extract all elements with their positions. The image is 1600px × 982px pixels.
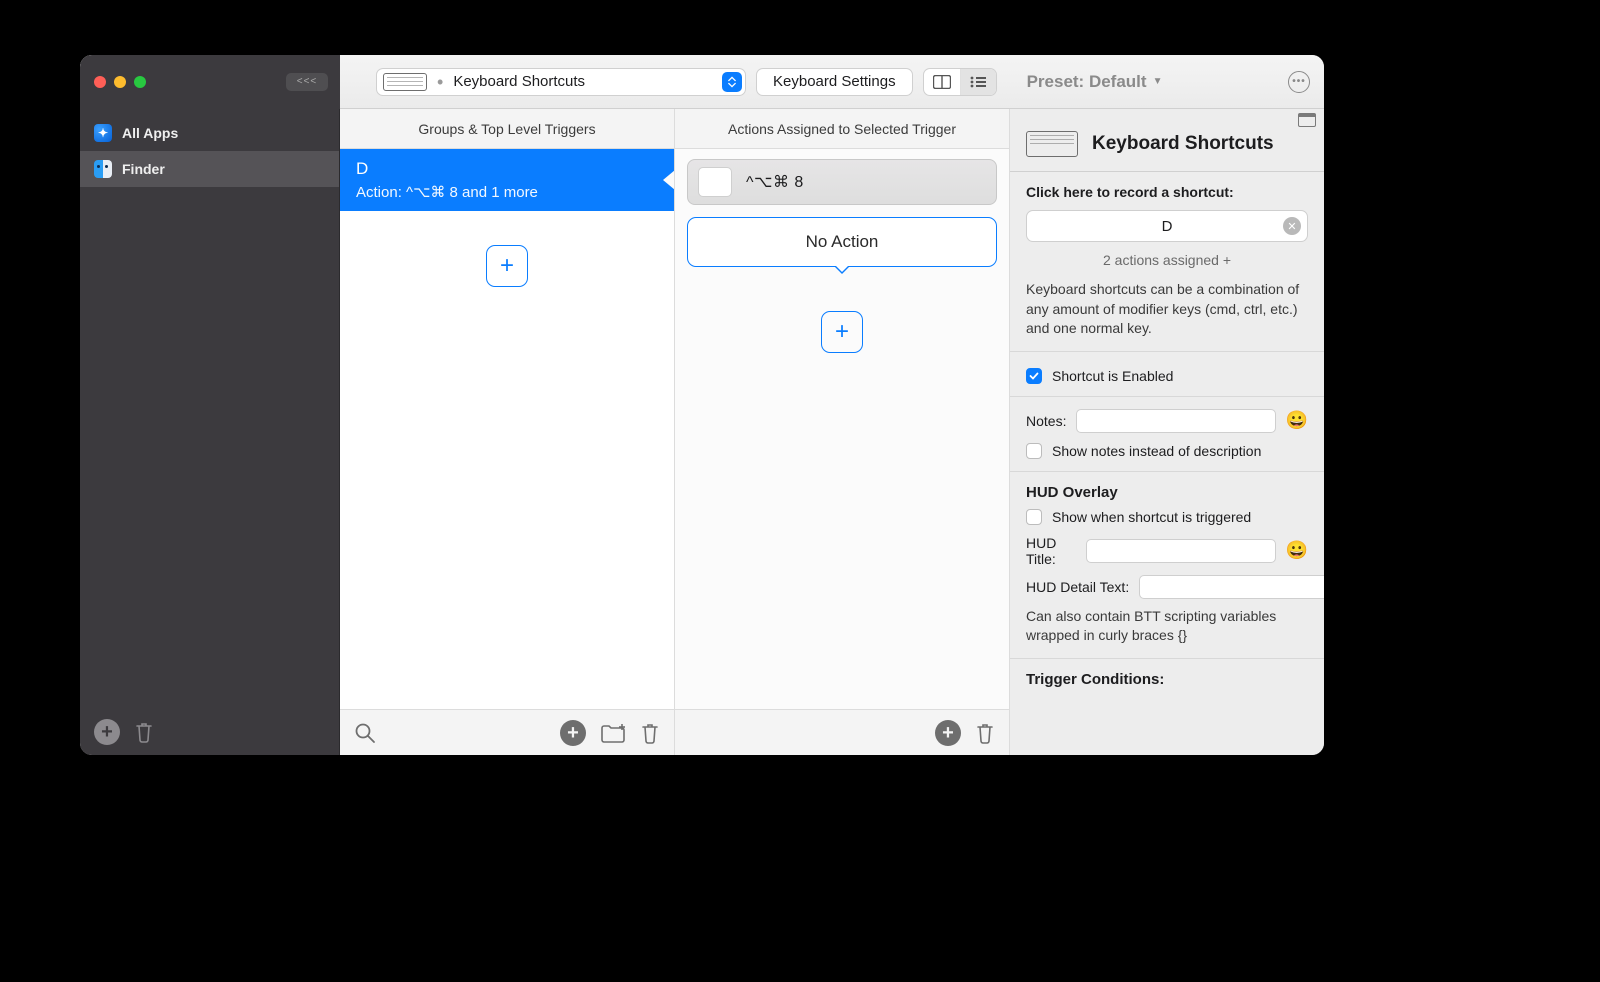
action-row-empty[interactable]: No Action (687, 217, 997, 267)
inspector-header: Keyboard Shortcuts (1010, 127, 1324, 172)
clear-shortcut-button[interactable]: ✕ (1283, 217, 1301, 235)
keyboard-icon (383, 73, 427, 91)
hud-hint: Can also contain BTT scripting variables… (1026, 607, 1308, 646)
shortcut-record-field[interactable]: D ✕ (1026, 210, 1308, 242)
sidebar-footer: + (80, 709, 339, 755)
sidebar: ✦ All Apps Finder + (80, 109, 340, 755)
inspector-panel: Keyboard Shortcuts Click here to record … (1010, 109, 1324, 755)
conditions-title: Trigger Conditions: (1026, 671, 1308, 688)
conditions-section: Trigger Conditions: (1010, 659, 1324, 700)
recorded-shortcut-value: D (1162, 218, 1173, 235)
detach-window-icon[interactable] (1298, 113, 1316, 127)
trigger-subtitle: Action: ^⌥⌘ 8 and 1 more (356, 183, 658, 201)
show-notes-checkbox[interactable] (1026, 443, 1042, 459)
actions-header: Actions Assigned to Selected Trigger (675, 109, 1009, 149)
sidebar-titlebar: <<< (80, 55, 340, 109)
trigger-title: D (356, 159, 658, 179)
keyboard-settings-label: Keyboard Settings (773, 73, 896, 90)
sidebar-item-label: Finder (122, 161, 165, 177)
actions-footer: + (675, 709, 1009, 755)
triggers-list: D Action: ^⌥⌘ 8 and 1 more + (340, 149, 674, 709)
hud-section-title: HUD Overlay (1026, 484, 1308, 501)
triggers-footer: + (340, 709, 674, 755)
action-thumbnail (698, 167, 732, 197)
add-action-button[interactable]: + (821, 311, 863, 353)
preset-label: Preset: Default (1027, 72, 1147, 92)
zoom-window-button[interactable] (134, 76, 146, 88)
action-label: ^⌥⌘ 8 (746, 172, 804, 192)
triggers-delete-button[interactable] (640, 722, 660, 744)
more-menu-button[interactable]: ••• (1288, 71, 1310, 93)
actions-column: Actions Assigned to Selected Trigger ^⌥⌘… (675, 109, 1010, 755)
preset-selector[interactable]: Preset: Default ▼ (1027, 72, 1163, 92)
sidebar-list: ✦ All Apps Finder (80, 109, 339, 709)
trigger-type-selector[interactable]: • Keyboard Shortcuts (376, 68, 746, 96)
emoji-picker-button[interactable]: 😀 (1286, 410, 1308, 431)
minimize-window-button[interactable] (114, 76, 126, 88)
app-window: <<< • Keyboard Shortcuts Keyboard Settin… (80, 55, 1324, 755)
enabled-checkbox[interactable] (1026, 368, 1042, 384)
inspector-title: Keyboard Shortcuts (1092, 133, 1274, 155)
hud-show-checkbox[interactable] (1026, 509, 1042, 525)
trigger-row[interactable]: D Action: ^⌥⌘ 8 and 1 more (340, 149, 674, 211)
hud-detail-input[interactable] (1139, 575, 1324, 599)
show-notes-label: Show notes instead of description (1052, 443, 1261, 459)
finder-icon (94, 160, 112, 178)
sidebar-item-finder[interactable]: Finder (80, 151, 339, 187)
triggers-column: Groups & Top Level Triggers D Action: ^⌥… (340, 109, 675, 755)
actions-add-button[interactable]: + (935, 720, 961, 746)
add-trigger-button[interactable]: + (486, 245, 528, 287)
triggers-header-label: Groups & Top Level Triggers (418, 121, 595, 137)
sidebar-add-button[interactable]: + (94, 719, 120, 745)
hud-detail-label: HUD Detail Text: (1026, 579, 1129, 595)
new-folder-icon[interactable] (600, 722, 626, 744)
hud-title-label: HUD Title: (1026, 535, 1076, 567)
back-button[interactable]: <<< (286, 73, 328, 91)
enabled-section: Shortcut is Enabled (1010, 352, 1324, 397)
sidebar-item-label: All Apps (122, 125, 178, 141)
enabled-label: Shortcut is Enabled (1052, 368, 1173, 384)
sidebar-delete-button[interactable] (134, 721, 154, 743)
keyboard-icon (1026, 131, 1078, 157)
hud-show-label: Show when shortcut is triggered (1052, 509, 1251, 525)
hud-title-input[interactable] (1086, 539, 1276, 563)
emoji-picker-button[interactable]: 😀 (1286, 540, 1308, 561)
chevron-down-icon: ▼ (1153, 76, 1163, 87)
triggers-header: Groups & Top Level Triggers (340, 109, 674, 149)
titlebar: <<< • Keyboard Shortcuts Keyboard Settin… (80, 55, 1324, 109)
actions-header-label: Actions Assigned to Selected Trigger (728, 121, 956, 137)
triggers-add-button[interactable]: + (560, 720, 586, 746)
record-prompt: Click here to record a shortcut: (1026, 184, 1308, 200)
window-body: ✦ All Apps Finder + (80, 109, 1324, 755)
window-controls (94, 76, 146, 88)
assigned-actions-note[interactable]: 2 actions assigned + (1026, 252, 1308, 268)
record-section: Click here to record a shortcut: D ✕ 2 a… (1010, 172, 1324, 352)
globe-icon: ✦ (94, 124, 112, 142)
view-mode-segment (923, 68, 997, 96)
action-row-shortcut[interactable]: ^⌥⌘ 8 (687, 159, 997, 205)
search-icon[interactable] (354, 722, 376, 744)
notes-section: Notes: 😀 Show notes instead of descripti… (1010, 397, 1324, 472)
selector-stepper-icon (722, 72, 742, 92)
keyboard-settings-button[interactable]: Keyboard Settings (756, 68, 913, 96)
list-view-button[interactable] (960, 69, 996, 95)
actions-delete-button[interactable] (975, 722, 995, 744)
notes-label: Notes: (1026, 413, 1066, 429)
sidebar-item-all-apps[interactable]: ✦ All Apps (80, 115, 339, 151)
hud-section: HUD Overlay Show when shortcut is trigge… (1010, 472, 1324, 659)
trigger-type-label: Keyboard Shortcuts (453, 73, 585, 90)
actions-list: ^⌥⌘ 8 No Action + (675, 149, 1009, 709)
close-window-button[interactable] (94, 76, 106, 88)
shortcut-description: Keyboard shortcuts can be a combination … (1026, 280, 1308, 339)
columns-view-button[interactable] (924, 69, 960, 95)
notes-input[interactable] (1076, 409, 1275, 433)
back-label: <<< (297, 76, 318, 87)
action-label: No Action (806, 232, 879, 252)
